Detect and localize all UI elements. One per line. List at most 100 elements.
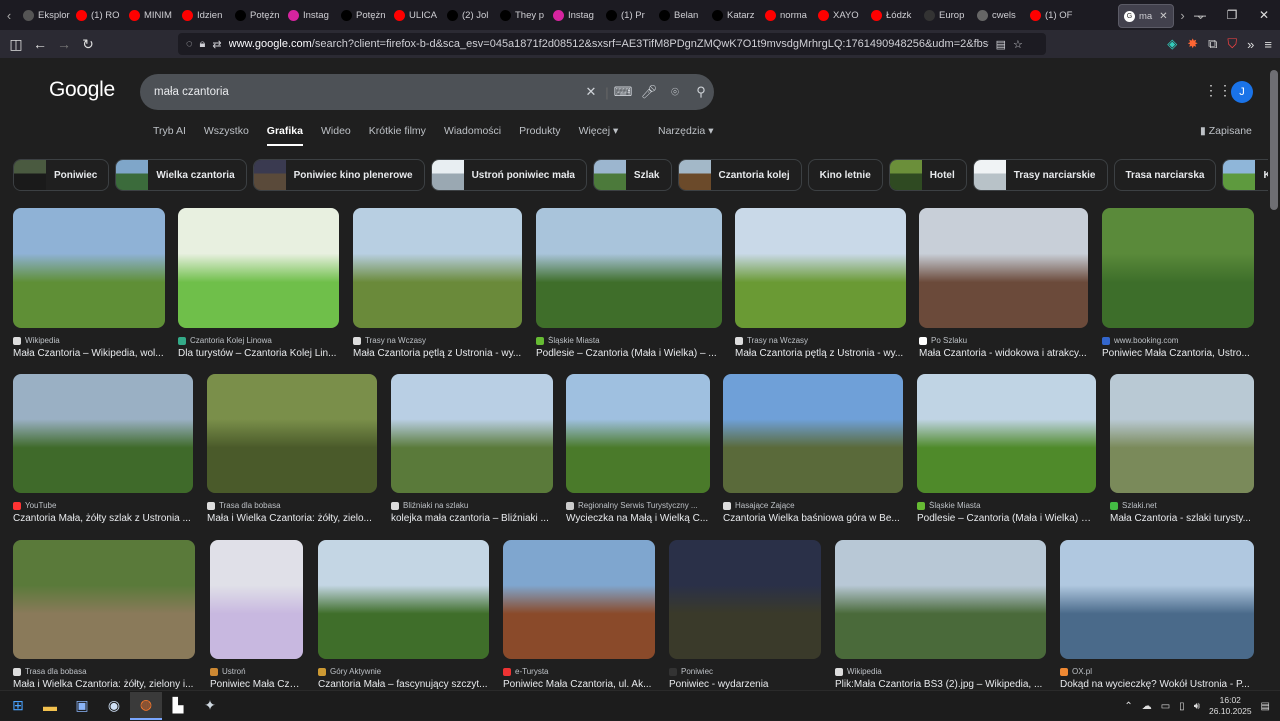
result-thumbnail[interactable] — [735, 208, 906, 328]
result-title[interactable]: kolejka mała czantoria – Bliźniaki ... — [391, 513, 553, 524]
result-title[interactable]: Czantoria Wielka baśniowa góra w Be... — [723, 513, 903, 524]
result-title[interactable]: Podlesie – Czantoria (Mała i Wielka) – .… — [917, 513, 1096, 524]
result-title[interactable]: Mała i Wielka Czantoria: żółty, zielony … — [13, 679, 195, 690]
result-thumbnail[interactable] — [13, 208, 165, 328]
result-source[interactable]: www.booking.com — [1102, 336, 1254, 345]
result-title[interactable]: Poniwiec Mała Cza... — [210, 679, 303, 690]
tab-wideo[interactable]: Wideo — [321, 125, 351, 146]
saved-link[interactable]: ▮ Zapisane — [1200, 125, 1252, 137]
image-result[interactable]: Bliźniaki na szlaku kolejka mała czantori… — [391, 374, 553, 524]
browser-tab[interactable]: ULICA — [389, 3, 442, 27]
result-thumbnail[interactable] — [917, 374, 1096, 493]
file-explorer-icon[interactable]: ▬ — [34, 692, 66, 720]
result-thumbnail[interactable] — [723, 374, 903, 493]
permissions-icon[interactable]: ⇄ — [212, 38, 221, 51]
result-source[interactable]: Bliźniaki na szlaku — [391, 501, 553, 510]
tab-produkty[interactable]: Produkty — [519, 125, 560, 146]
related-chip[interactable]: Poniwiec — [13, 159, 110, 191]
result-thumbnail[interactable] — [835, 540, 1046, 659]
image-result[interactable]: Po Szlaku Mała Czantoria - widokowa i atr… — [919, 208, 1088, 359]
app-icon[interactable]: ▙ — [162, 692, 194, 720]
result-thumbnail[interactable] — [919, 208, 1088, 328]
image-result[interactable]: Poniwiec Poniwiec - wydarzenia — [669, 540, 821, 690]
related-chip[interactable]: Wielka czantoria — [115, 159, 247, 191]
result-source[interactable]: Śląskie Miasta — [917, 501, 1096, 510]
image-result[interactable]: Góry Aktywnie Czantoria Mała – fascynując… — [318, 540, 489, 690]
active-tab[interactable]: G ma ✕ — [1118, 4, 1174, 28]
result-source[interactable]: Trasa dla bobasa — [207, 501, 377, 510]
browser-tab[interactable]: (1) OF — [1025, 3, 1078, 27]
result-title[interactable]: Mała Czantoria pętlą z Ustronia - wy... — [735, 348, 906, 359]
forward-icon[interactable]: → — [52, 36, 76, 52]
related-chip[interactable]: Hotel — [888, 159, 967, 191]
ublock-icon[interactable]: ⛉ — [1227, 36, 1237, 52]
related-chip[interactable]: Poniwiec kino plenerowe — [252, 159, 425, 191]
clock[interactable]: 16:02 26.10.2025 — [1209, 695, 1252, 717]
image-result[interactable]: Wikipedia Plik:Mała Czantoria BŚ3 (2).jpg… — [835, 540, 1046, 690]
image-result[interactable]: e-Turysta Poniwiec Mała Czantoria, ul. Ak… — [503, 540, 655, 690]
result-title[interactable]: Poniwiec - wydarzenia — [669, 679, 821, 690]
result-source[interactable]: e-Turysta — [503, 667, 655, 676]
browser-tab[interactable]: Potężn — [230, 3, 283, 27]
result-title[interactable]: Dokąd na wycieczkę? Wokół Ustronia - P..… — [1060, 679, 1254, 690]
image-result[interactable]: Śląskie Miasta Podlesie – Czantoria (Mała… — [536, 208, 722, 359]
related-chip[interactable]: Kolej linowa — [1222, 159, 1268, 191]
browser-tab[interactable]: MINIM — [124, 3, 177, 27]
scrollbar-thumb[interactable] — [1270, 70, 1278, 210]
result-source[interactable]: Trasa dla bobasa — [13, 667, 195, 676]
browser-tab[interactable]: Instag — [283, 3, 336, 27]
result-source[interactable]: Regionalny Serwis Turystyczny ... — [566, 501, 710, 510]
browser-tab[interactable]: Eksplor — [18, 3, 71, 27]
search-box[interactable]: mała czantoria ✕ | ⌨ 🎤︎ ⌾ ⚲ — [140, 74, 714, 110]
result-title[interactable]: Dla turystów – Czantoria Kolej Lin... — [178, 348, 339, 359]
result-source[interactable]: YouTube — [13, 501, 193, 510]
result-source[interactable]: Czantoria Kolej Linowa — [178, 336, 339, 345]
volume-icon[interactable]: 🔊︎ — [1194, 701, 1200, 712]
result-title[interactable]: Podlesie – Czantoria (Mała i Wielka) – .… — [536, 348, 722, 359]
result-source[interactable]: Poniwiec — [669, 667, 821, 676]
result-title[interactable]: Wycieczka na Małą i Wielką C... — [566, 513, 710, 524]
result-thumbnail[interactable] — [536, 208, 722, 328]
reload-icon[interactable]: ↻ — [76, 36, 100, 53]
image-result[interactable]: Czantoria Kolej Linowa Dla turystów – Cza… — [178, 208, 339, 359]
lens-camera-icon[interactable]: ⌾ — [662, 84, 688, 100]
hamburger-menu-icon[interactable]: ≡ — [1264, 37, 1272, 52]
browser-tab[interactable]: Potężn — [336, 3, 389, 27]
browser-tab[interactable]: XAYO — [813, 3, 866, 27]
tab-wiadomości[interactable]: Wiadomości — [444, 125, 501, 146]
result-thumbnail[interactable] — [503, 540, 655, 659]
result-source[interactable]: Wikipedia — [13, 336, 165, 345]
browser-tab[interactable]: (1) Pr — [601, 3, 654, 27]
result-thumbnail[interactable] — [1060, 540, 1254, 659]
tabs-scroll-left-icon[interactable]: ‹ — [0, 8, 18, 23]
browser-tab[interactable]: Belan — [654, 3, 707, 27]
vpn-extension-icon[interactable]: ◈ — [1167, 36, 1177, 52]
result-thumbnail[interactable] — [13, 540, 195, 659]
image-result[interactable]: Trasy na Wczasy Mała Czantoria pętlą z Us… — [353, 208, 522, 359]
back-icon[interactable]: ← — [28, 36, 52, 52]
related-chip[interactable]: Czantoria kolej — [677, 159, 802, 191]
result-source[interactable]: OX.pl — [1060, 667, 1254, 676]
related-chip[interactable]: Trasy narciarskie — [972, 159, 1108, 191]
result-source[interactable]: Ustroń — [210, 667, 303, 676]
sidebar-icon[interactable]: ◫ — [4, 36, 28, 53]
result-thumbnail[interactable] — [353, 208, 522, 328]
image-result[interactable]: www.booking.com Poniwiec Mała Czantoria, … — [1102, 208, 1254, 359]
browser-tab[interactable]: Łódzk — [866, 3, 919, 27]
tab-grafika[interactable]: Grafika — [266, 125, 303, 146]
related-chip[interactable]: Trasa narciarska — [1113, 159, 1217, 191]
image-result[interactable]: Śląskie Miasta Podlesie – Czantoria (Mała… — [917, 374, 1096, 524]
result-title[interactable]: Poniwiec Mała Czantoria, Ustro... — [1102, 348, 1254, 359]
browser-tab[interactable]: Instag — [548, 3, 601, 27]
google-logo[interactable]: Google — [49, 78, 115, 102]
result-source[interactable]: Szlaki.net — [1110, 501, 1254, 510]
avatar[interactable]: J — [1231, 81, 1253, 103]
search-icon[interactable]: ⚲ — [688, 84, 714, 100]
clear-search-icon[interactable]: ✕ — [578, 84, 604, 100]
keyboard-icon[interactable]: ⌨ — [610, 84, 636, 100]
result-source[interactable]: Wikipedia — [835, 667, 1046, 676]
lock-icon[interactable]: 🔒︎ — [200, 38, 206, 51]
close-window-icon[interactable]: ✕ — [1248, 8, 1280, 22]
browser-tab[interactable]: They p — [495, 3, 548, 27]
image-result[interactable]: Wikipedia Mała Czantoria – Wikipedia, wol… — [13, 208, 165, 359]
